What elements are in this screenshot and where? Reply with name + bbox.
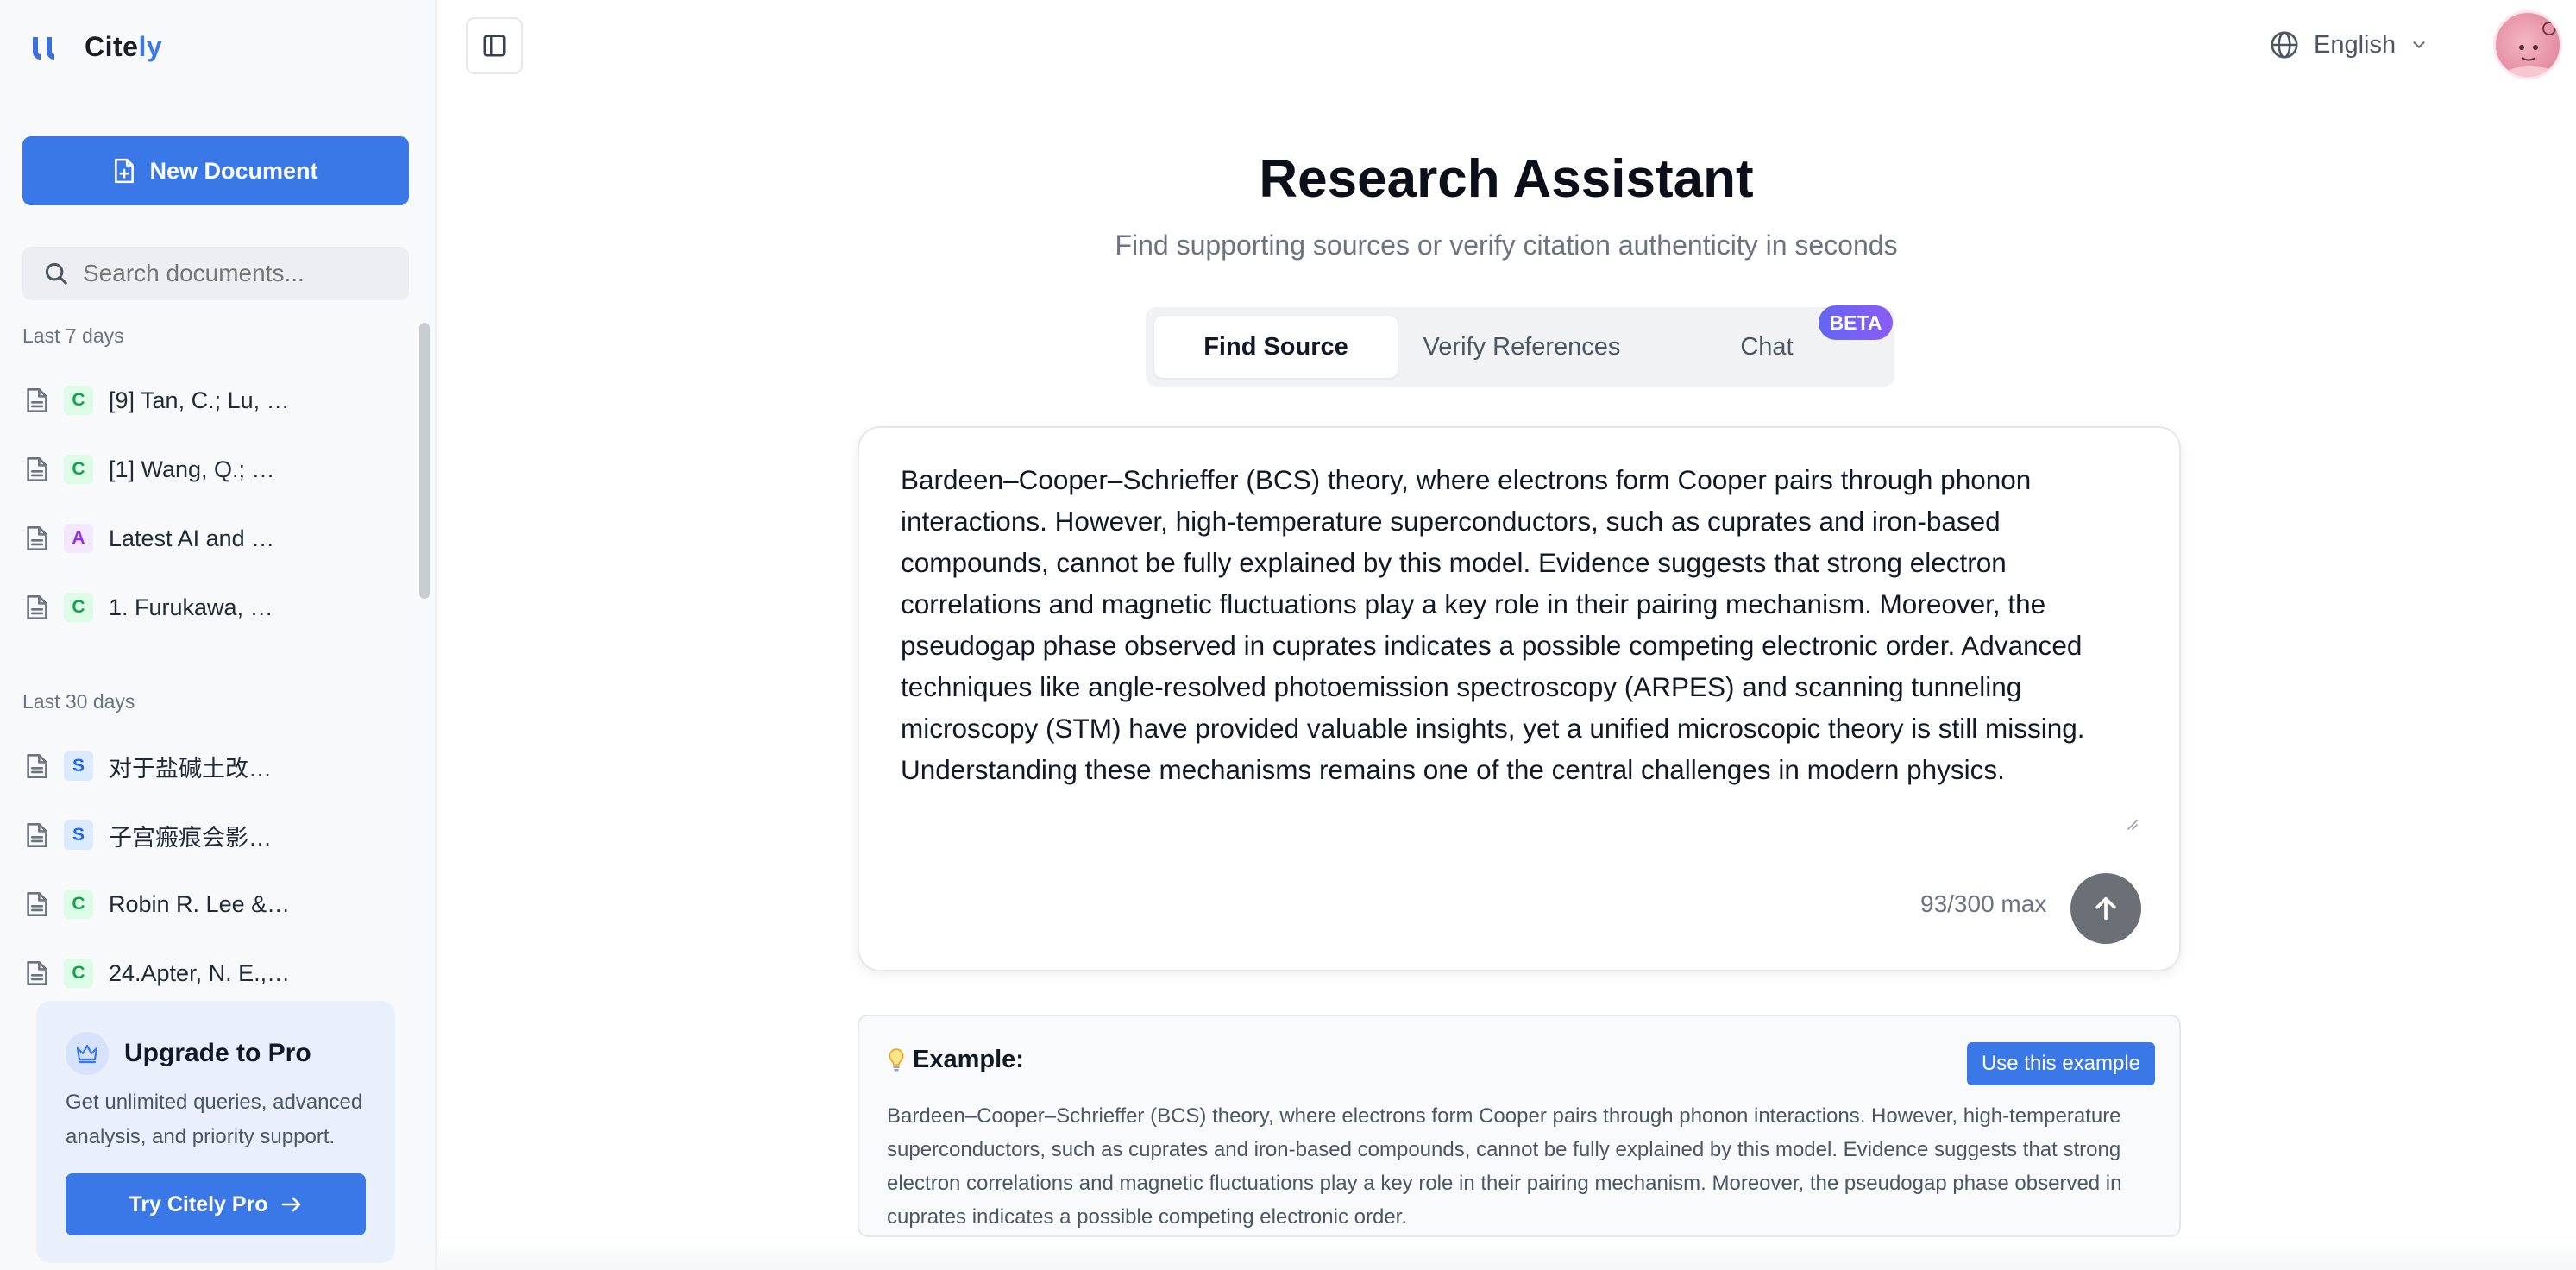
document-item[interactable]: C 1. Furukawa, … — [22, 582, 385, 633]
upgrade-header: Upgrade to Pro — [66, 1032, 311, 1075]
resize-handle-icon[interactable] — [2124, 816, 2138, 830]
chevron-down-icon — [2413, 41, 2425, 48]
upgrade-card: Upgrade to Pro Get unlimited queries, ad… — [36, 1001, 395, 1263]
arrow-up-icon — [2095, 896, 2116, 921]
document-title: [1] Wang, Q.; … — [109, 456, 275, 482]
tab-find-source[interactable]: Find Source — [1154, 316, 1398, 378]
avatar-image — [2504, 22, 2556, 77]
avatar[interactable] — [2493, 10, 2562, 79]
document-title: Latest AI and … — [109, 525, 275, 551]
document-type-badge: S — [64, 751, 93, 781]
document-title: Robin R. Lee &… — [109, 890, 291, 917]
query-input-card: Bardeen–Cooper–Schrieffer (BCS) theory, … — [858, 426, 2181, 971]
file-icon — [27, 961, 47, 985]
section-label-last-30-days: Last 30 days — [22, 690, 135, 713]
submit-button[interactable] — [2070, 873, 2141, 944]
document-type-badge: C — [64, 386, 93, 415]
sidebar-toggle-button[interactable] — [466, 17, 523, 74]
document-item[interactable]: A Latest AI and … — [22, 512, 385, 564]
file-icon — [27, 595, 47, 619]
document-title: [9] Tan, C.; Lu, … — [109, 387, 290, 413]
brand-name: Citely — [85, 31, 162, 63]
search-icon — [45, 262, 67, 285]
file-plus-icon — [115, 158, 135, 184]
logo[interactable]: Citely — [31, 31, 162, 63]
query-textarea[interactable]: Bardeen–Cooper–Schrieffer (BCS) theory, … — [901, 459, 2136, 830]
document-item[interactable]: S 对于盐碱土改… — [22, 740, 385, 792]
document-item[interactable]: C Robin R. Lee &… — [22, 878, 385, 930]
new-document-label: New Document — [149, 157, 318, 184]
document-title: 24.Apter, N. E.,… — [109, 959, 291, 986]
page-subtitle: Find supporting sources or verify citati… — [1115, 229, 1898, 261]
language-selector[interactable]: English — [2269, 29, 2428, 60]
use-example-button[interactable]: Use this example — [1967, 1042, 2155, 1085]
document-type-badge: S — [64, 820, 93, 850]
search-input[interactable] — [83, 260, 393, 287]
document-title: 子宫瘢痕会影… — [109, 824, 272, 851]
sidebar-scrollbar-thumb[interactable] — [419, 323, 430, 599]
tab-verify-references[interactable]: Verify References — [1399, 316, 1644, 378]
arrow-right-icon — [281, 1197, 300, 1212]
brand-name-part1: Cite — [85, 31, 139, 62]
character-count: 93/300 max — [1920, 890, 2047, 917]
file-icon — [27, 457, 47, 481]
new-document-button[interactable]: New Document — [22, 136, 409, 205]
document-type-badge: C — [64, 959, 93, 988]
document-item[interactable]: C [1] Wang, Q.; … — [22, 443, 385, 495]
document-type-badge: C — [64, 890, 93, 919]
document-type-badge: C — [64, 455, 93, 484]
tab-chat-label: Chat — [1740, 332, 1794, 361]
sidebar: Citely New Document Last 7 days C [9] Ta… — [0, 0, 437, 1270]
example-header: Example: — [887, 1046, 1024, 1074]
document-list: Last 7 days C [9] Tan, C.; Lu, … C [1] W… — [0, 318, 414, 990]
page-title: Research Assistant — [1259, 149, 1754, 209]
bottom-fade — [437, 1235, 2576, 1270]
file-icon — [27, 823, 47, 847]
citely-logo-icon — [31, 32, 62, 63]
language-label: English — [2314, 30, 2397, 59]
document-title: 对于盐碱土改… — [109, 755, 272, 782]
mode-tabs: Find Source Verify References Chat BETA — [1146, 305, 1894, 387]
try-pro-label: Try Citely Pro — [129, 1191, 268, 1217]
document-type-badge: A — [64, 524, 93, 553]
tab-find-source-label: Find Source — [1203, 332, 1348, 361]
file-icon — [27, 892, 47, 916]
section-label-last-7-days: Last 7 days — [22, 324, 124, 347]
document-title: 1. Furukawa, … — [109, 594, 273, 620]
file-icon — [27, 526, 47, 550]
example-label: Example: — [913, 1046, 1024, 1073]
example-text: Bardeen–Cooper–Schrieffer (BCS) theory, … — [887, 1104, 2122, 1229]
brand-name-part2: ly — [138, 31, 163, 62]
upgrade-title: Upgrade to Pro — [124, 1039, 311, 1067]
use-example-label: Use this example — [1981, 1052, 2141, 1075]
lightbulb-icon — [889, 1047, 904, 1071]
try-pro-button[interactable]: Try Citely Pro — [66, 1173, 366, 1235]
search-box[interactable] — [22, 247, 409, 300]
beta-badge: BETA — [1819, 305, 1893, 340]
document-item[interactable]: S 子宫瘢痕会影… — [22, 809, 385, 861]
document-item[interactable]: C [9] Tan, C.; Lu, … — [22, 374, 385, 426]
file-icon — [27, 754, 47, 778]
document-type-badge: C — [64, 593, 93, 622]
upgrade-description: Get unlimited queries, advanced analysis… — [66, 1091, 363, 1148]
example-card: Example: Use this example Bardeen–Cooper… — [858, 1015, 2181, 1237]
globe-icon — [2271, 31, 2298, 59]
tab-verify-references-label: Verify References — [1423, 332, 1621, 361]
file-icon — [27, 388, 47, 412]
document-item[interactable]: C 24.Apter, N. E.,… — [22, 947, 385, 990]
crown-icon — [66, 1032, 109, 1075]
sidebar-toggle-icon — [483, 35, 506, 57]
